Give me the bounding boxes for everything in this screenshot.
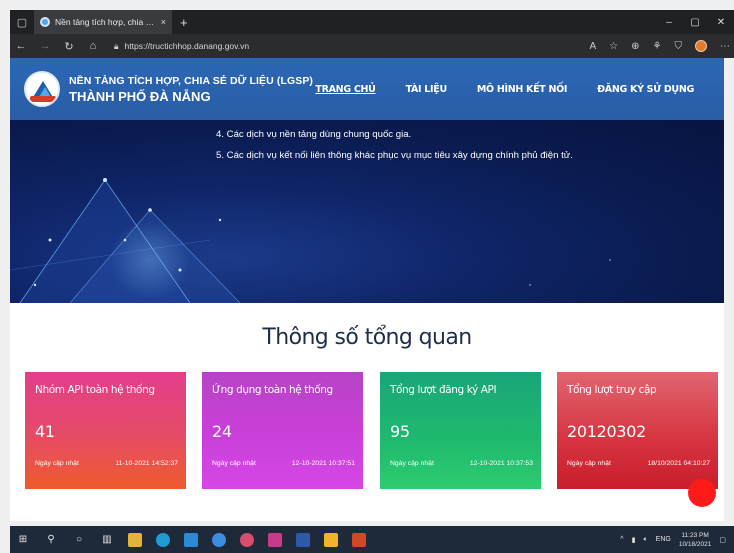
app-icon-4[interactable] [324, 532, 338, 547]
clock-time: 11:23 PM [681, 531, 709, 539]
edge-icon[interactable] [156, 532, 170, 547]
url-text: https://tructichhop.danang.gov.vn [124, 41, 250, 51]
menu-docs[interactable]: TÀI LIỆU [406, 84, 448, 95]
updated-time: 18/10/2021 04:10:27 [647, 460, 710, 467]
read-aloud-icon[interactable]: A [590, 41, 597, 52]
new-tab-button[interactable]: + [180, 15, 188, 30]
browser-tab-strip: ▢ Nền tảng tích hợp, chia sẻ dữ liệ × + … [10, 10, 734, 34]
chrome-icon[interactable] [240, 532, 254, 547]
updated-time: 11-10-2021 14:52:37 [115, 460, 178, 467]
updated-time: 12-10-2021 10:37:53 [469, 460, 533, 467]
language-indicator[interactable]: ENG [656, 536, 671, 543]
site-logo[interactable] [24, 71, 60, 107]
clock-date: 10/18/2021 [678, 540, 712, 548]
stat-card-visits[interactable]: Tổng lượt truy cập 20120302 Ngày cập nhậ… [557, 372, 718, 489]
hero-line-4: 4. Các dịch vụ nền tảng dùng chung quốc … [216, 129, 412, 140]
browser-toolbar: A ☆ ⊕ ⚘ ⛉ ⋯ [590, 40, 730, 52]
system-tray: ^ ▮ 🔈︎ ENG 11:23 PM 10/18/2021 ▢ [620, 531, 726, 549]
word-icon[interactable] [296, 532, 310, 547]
card-value: 20120302 [567, 422, 647, 441]
powerpoint-icon[interactable] [352, 532, 366, 547]
address-bar: ← → ↻ ⌂ 🔒︎ https://tructichhop.danang.go… [10, 34, 734, 58]
stat-card-api-registrations[interactable]: Tổng lượt đăng ký API 95 Ngày cập nhật 1… [380, 372, 541, 489]
hero-line-5: 5. Các dịch vụ kết nối liên thông khác p… [216, 150, 573, 161]
url-field[interactable]: 🔒︎ https://tructichhop.danang.gov.vn [114, 41, 249, 52]
hero-text: 4. Các dịch vụ nền tảng dùng chung quốc … [216, 124, 573, 166]
favorites-icon[interactable]: ☆ [609, 41, 618, 52]
card-footer: Ngày cập nhật 12-10-2021 10:37:53 [390, 460, 533, 467]
floating-action-button[interactable] [688, 479, 716, 507]
card-title: Tổng lượt đăng ký API [390, 384, 497, 396]
tab-close-icon[interactable]: × [161, 17, 166, 27]
more-icon[interactable]: ⋯ [720, 41, 730, 52]
app-icon-1[interactable] [184, 532, 198, 547]
maximize-button[interactable]: ▢ [682, 17, 708, 28]
collections-icon[interactable]: ⊕ [631, 41, 639, 52]
updated-label: Ngày cập nhật [390, 460, 434, 467]
browser-tab[interactable]: Nền tảng tích hợp, chia sẻ dữ liệ × [34, 10, 172, 34]
updated-time: 12-10-2021 10:37:51 [291, 460, 355, 467]
menu-register[interactable]: ĐĂNG KÝ SỬ DỤNG [597, 84, 694, 95]
windows-taskbar: ⊞ ⚲ ○ ▥ ^ ▮ 🔈︎ ENG 11:23 PM 10/18/2021 ▢ [10, 526, 734, 553]
forward-icon[interactable]: → [38, 40, 52, 52]
card-footer: Ngày cập nhật 12-10-2021 10:37:51 [212, 460, 355, 467]
tab-title: Nền tảng tích hợp, chia sẻ dữ liệ [55, 17, 156, 27]
refresh-icon[interactable]: ↻ [62, 40, 76, 53]
profile-icon[interactable] [695, 40, 707, 52]
windows-start-icon[interactable]: ⊞ [16, 533, 30, 547]
site-favicon-icon [40, 17, 50, 27]
back-icon[interactable]: ← [14, 40, 28, 52]
network-icon[interactable]: ▮ [632, 536, 636, 544]
card-value: 95 [390, 422, 410, 441]
minimize-button[interactable]: – [656, 17, 682, 28]
file-explorer-icon[interactable] [128, 532, 142, 547]
volume-icon[interactable]: 🔈︎ [643, 536, 647, 544]
search-icon[interactable]: ⚲ [44, 533, 58, 547]
hero-banner: 4. Các dịch vụ nền tảng dùng chung quốc … [10, 120, 724, 303]
lock-icon: 🔒︎ [114, 40, 119, 51]
menu-home[interactable]: TRANG CHỦ [315, 84, 375, 95]
tray-expand-icon[interactable]: ^ [620, 536, 623, 543]
card-footer: Ngày cập nhật 11-10-2021 14:52:37 [35, 460, 178, 467]
shield-icon[interactable]: ⛉ [675, 41, 683, 52]
card-title: Ứng dụng toàn hệ thống [212, 384, 333, 396]
stat-card-api-groups[interactable]: Nhóm API toàn hệ thống 41 Ngày cập nhật … [25, 372, 186, 489]
card-footer: Ngày cập nhật 18/10/2021 04:10:27 [567, 460, 710, 467]
site-brand: NỀN TẢNG TÍCH HỢP, CHIA SẺ DỮ LIỆU (LGSP… [69, 75, 313, 104]
taskbar-apps: ⊞ ⚲ ○ ▥ [16, 532, 366, 547]
stat-card-applications[interactable]: Ứng dụng toàn hệ thống 24 Ngày cập nhật … [202, 372, 363, 489]
brand-line-2: THÀNH PHỐ ĐÀ NẴNG [69, 88, 211, 104]
cortana-icon[interactable]: ○ [72, 533, 86, 547]
tab-actions-icon[interactable]: ▢ [10, 10, 34, 34]
card-value: 24 [212, 422, 232, 441]
overview-section: Thông số tổng quan Nhóm API toàn hệ thốn… [10, 303, 724, 521]
window-controls: – ▢ ✕ [656, 17, 734, 28]
site-header: NỀN TẢNG TÍCH HỢP, CHIA SẺ DỮ LIỆU (LGSP… [10, 58, 724, 120]
updated-label: Ngày cập nhật [35, 460, 79, 467]
card-value: 41 [35, 422, 55, 441]
updated-label: Ngày cập nhật [567, 460, 611, 467]
brand-line-1: NỀN TẢNG TÍCH HỢP, CHIA SẺ DỮ LIỆU (LGSP… [69, 74, 314, 87]
clock[interactable]: 11:23 PM 10/18/2021 [679, 531, 712, 549]
menu-connection-model[interactable]: MÔ HÌNH KẾT NỐI [477, 84, 568, 95]
card-title: Nhóm API toàn hệ thống [35, 384, 155, 396]
notification-icon[interactable]: ▢ [719, 536, 726, 544]
task-view-icon[interactable]: ▥ [100, 533, 114, 547]
home-icon[interactable]: ⌂ [86, 40, 100, 52]
extension-icon[interactable]: ⚘ [653, 41, 662, 52]
screen: ▢ Nền tảng tích hợp, chia sẻ dữ liệ × + … [0, 0, 734, 553]
app-icon-2[interactable] [212, 532, 226, 547]
close-window-button[interactable]: ✕ [708, 17, 734, 28]
main-menu: TRANG CHỦ TÀI LIỆU MÔ HÌNH KẾT NỐI ĐĂNG … [315, 84, 694, 95]
card-title: Tổng lượt truy cập [567, 384, 657, 396]
app-icon-3[interactable] [268, 532, 282, 547]
section-title: Thông số tổng quan [262, 325, 472, 350]
updated-label: Ngày cập nhật [212, 460, 256, 467]
